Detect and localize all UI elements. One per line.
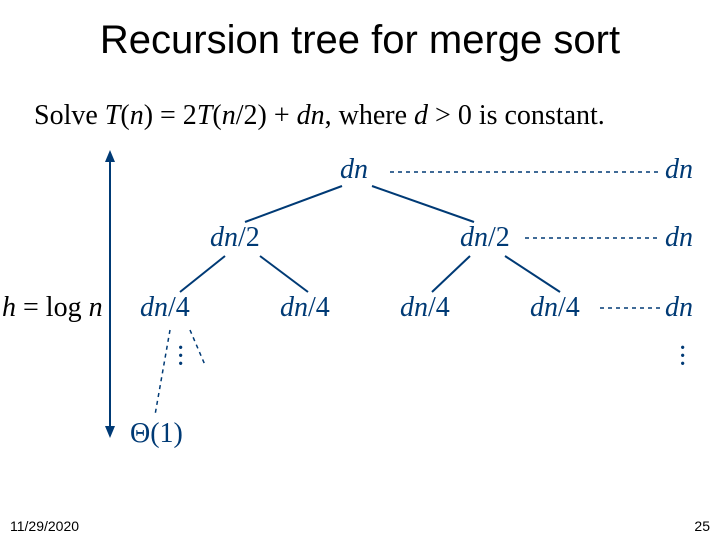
- tree-node-l2-c: dn/4: [400, 292, 450, 324]
- row-sum-1: dn: [665, 222, 693, 254]
- row-sum-vdots: ···: [678, 345, 687, 369]
- row-sum-0: dn: [665, 154, 693, 186]
- row-sum-2: dn: [665, 292, 693, 324]
- footer-page-number: 25: [694, 518, 710, 534]
- tree-node-l1-left: dn/2: [210, 222, 260, 254]
- tree-node-root: dn: [340, 154, 368, 186]
- tree-node-leaf: Θ(1): [130, 418, 183, 450]
- tree-edges: [0, 0, 720, 540]
- height-label: h = log n: [2, 292, 103, 324]
- tree-node-l2-d: dn/4: [530, 292, 580, 324]
- tree-node-l2-a: dn/4: [140, 292, 190, 324]
- tree-node-l1-right: dn/2: [460, 222, 510, 254]
- tree-vdots-left: ···: [176, 345, 185, 369]
- footer-date: 11/29/2020: [10, 518, 79, 534]
- tree-node-l2-b: dn/4: [280, 292, 330, 324]
